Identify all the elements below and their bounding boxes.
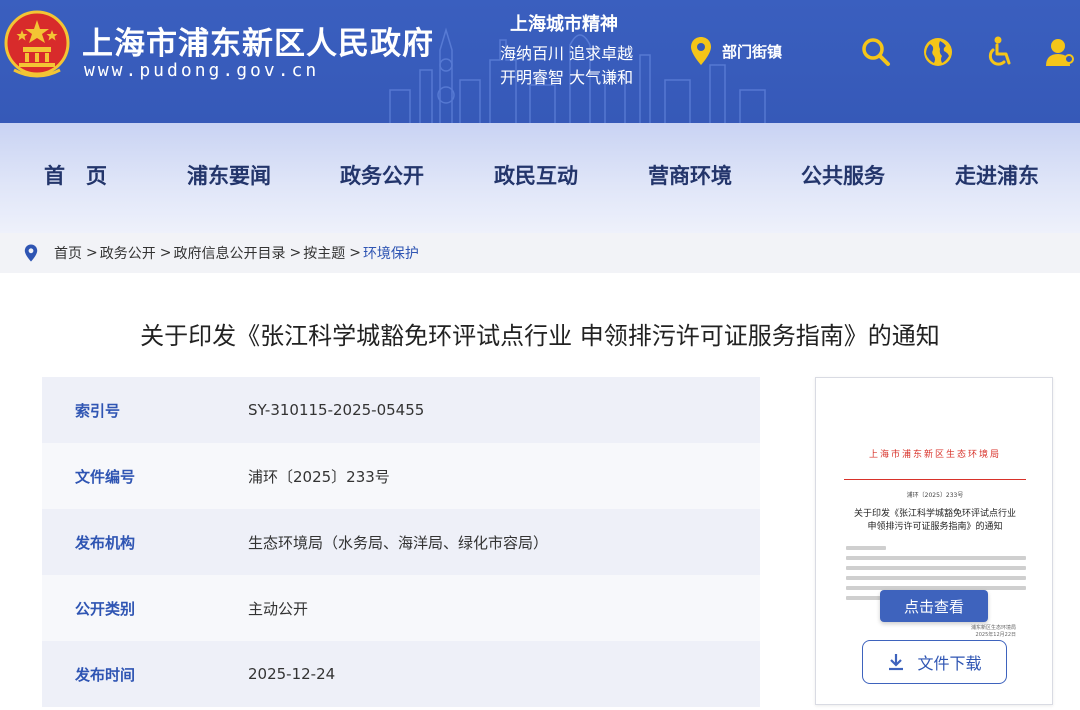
document-text-line — [846, 546, 886, 550]
breadcrumb-info-directory[interactable]: 政府信息公开目录 — [173, 243, 285, 263]
site-title[interactable]: 上海市浦东新区人民政府 — [82, 18, 434, 63]
meta-label: 发布机构 — [75, 533, 136, 552]
breadcrumb-home[interactable]: 首页 — [54, 243, 82, 263]
nav-item-business-environment[interactable]: 营商环境 — [648, 160, 732, 190]
document-sign-org: 浦东新区生态环境局 — [970, 625, 1016, 631]
document-sign-date: 2025年12月22日 — [975, 632, 1016, 638]
nav-item-about-pudong[interactable]: 走进浦东 — [955, 160, 1039, 190]
breadcrumb-separator: > — [349, 245, 361, 261]
document-text-line — [846, 566, 1026, 570]
department-towns-label: 部门街镇 — [722, 42, 783, 61]
nav-item-home[interactable]: 首 页 — [44, 160, 107, 190]
meta-value: SY-310115-2025-05455 — [248, 401, 425, 419]
download-icon — [889, 654, 904, 671]
location-pin-icon — [691, 37, 711, 65]
globe-icon[interactable] — [922, 36, 954, 68]
meta-row-index: 索引号 SY-310115-2025-05455 — [42, 377, 760, 443]
meta-label: 索引号 — [75, 401, 121, 420]
breadcrumb-by-topic[interactable]: 按主题 — [303, 243, 345, 263]
site-url: www.pudong.gov.cn — [84, 60, 320, 81]
breadcrumb-separator: > — [289, 245, 302, 261]
meta-row-issuer: 发布机构 生态环境局（水务局、海洋局、绿化市容局） — [42, 509, 760, 575]
nav-item-interaction[interactable]: 政民互动 — [494, 160, 578, 190]
nav-item-public-services[interactable]: 公共服务 — [801, 160, 885, 190]
city-spirit-line: 开明睿智 大气谦和 — [500, 68, 634, 87]
breadcrumb-government-affairs[interactable]: 政务公开 — [100, 243, 156, 263]
meta-label: 发布时间 — [75, 665, 136, 684]
meta-row-file-number: 文件编号 浦环〔2025〕233号 — [42, 443, 760, 509]
department-towns-link[interactable]: 部门街镇 — [690, 36, 782, 66]
breadcrumb-environment[interactable]: 环境保护 — [363, 243, 419, 263]
meta-value: 2025-12-24 — [248, 665, 336, 683]
document-issuer: 上海市浦东新区生态环境局 — [868, 450, 1001, 460]
meta-value: 浦环〔2025〕233号 — [248, 467, 390, 486]
meta-row-publish-date: 发布时间 2025-12-24 — [42, 641, 760, 707]
nav-item-government-affairs[interactable]: 政务公开 — [340, 160, 424, 190]
meta-value: 生态环境局（水务局、海洋局、绿化市容局） — [248, 533, 549, 552]
breadcrumb-separator: > — [86, 245, 98, 261]
meta-label: 公开类别 — [75, 599, 136, 618]
site-header: 上海市浦东新区人民政府 www.pudong.gov.cn 上海城市精神 海纳百… — [0, 0, 1080, 123]
meta-label: 文件编号 — [75, 467, 136, 486]
document-title-line: 申领排污许可证服务指南》的通知 — [867, 522, 1003, 532]
main-nav: 首 页 浦东要闻 政务公开 政民互动 营商环境 公共服务 走进浦东 — [0, 123, 1080, 233]
document-meta-table: 索引号 SY-310115-2025-05455 文件编号 浦环〔2025〕23… — [42, 377, 760, 707]
meta-value: 主动公开 — [248, 599, 309, 618]
location-pin-icon — [24, 244, 38, 262]
national-emblem-icon — [4, 10, 70, 78]
document-title-line: 关于印发《张江科学城豁免环评试点行业 — [853, 509, 1016, 519]
page-title: 关于印发《张江科学城豁免环评试点行业 申领排污许可证服务指南》的通知 — [140, 322, 940, 350]
accessibility-icon[interactable] — [984, 36, 1016, 68]
city-spirit-title: 上海城市精神 — [510, 14, 618, 35]
document-number: 浦环〔2025〕233号 — [906, 492, 964, 499]
download-file-button[interactable]: 文件下载 — [862, 640, 1007, 684]
meta-row-category: 公开类别 主动公开 — [42, 575, 760, 641]
search-icon[interactable] — [860, 36, 892, 68]
download-file-label: 文件下载 — [917, 654, 982, 673]
document-text-line — [846, 576, 1026, 580]
document-text-line — [846, 556, 1026, 560]
document-red-rule — [844, 479, 1026, 480]
city-spirit-line: 海纳百川 追求卓越 — [500, 44, 634, 63]
nav-item-pudong-news[interactable]: 浦东要闻 — [187, 160, 271, 190]
breadcrumb: 首页 > 政务公开 > 政府信息公开目录 > 按主题 > 环境保护 — [0, 233, 1080, 273]
document-preview[interactable]: 上海市浦东新区生态环境局 浦环〔2025〕233号 关于印发《张江科学城豁免环评… — [815, 377, 1053, 705]
user-icon[interactable] — [1044, 36, 1076, 68]
breadcrumb-separator: > — [159, 245, 172, 261]
view-document-button[interactable]: 点击查看 — [880, 590, 988, 622]
